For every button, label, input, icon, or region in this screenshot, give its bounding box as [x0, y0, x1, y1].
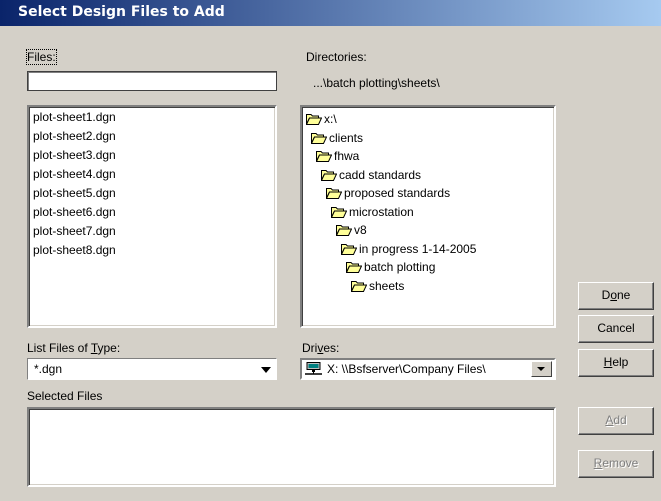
file-list-item[interactable]: plot-sheet5.dgn [29, 184, 116, 203]
done-button[interactable]: Done [578, 282, 654, 310]
file-type-value: *.dgn [34, 362, 63, 376]
files-label: Files: [26, 49, 57, 65]
add-button[interactable]: Add [578, 407, 654, 435]
open-folder-icon [330, 205, 348, 218]
file-list-item[interactable]: plot-sheet4.dgn [29, 165, 116, 184]
directory-label: cadd standards [339, 167, 422, 182]
directory-item[interactable]: fhwa [302, 147, 476, 166]
file-type-label: List Files of Type: [27, 341, 121, 355]
window-title: Select Design Files to Add [0, 0, 661, 26]
directory-label: clients [329, 130, 364, 145]
files-list[interactable]: plot-sheet1.dgn plot-sheet2.dgn plot-sheet… [27, 105, 277, 328]
directory-item[interactable]: clients [302, 129, 476, 148]
files-input[interactable] [27, 71, 277, 91]
directory-label: batch plotting [364, 260, 436, 274]
open-folder-icon [350, 279, 368, 292]
open-folder-icon [345, 260, 363, 273]
directory-item[interactable]: sheets [302, 277, 476, 296]
directory-item[interactable]: proposed standards [302, 184, 476, 203]
open-folder-icon [320, 168, 338, 181]
directory-item[interactable]: v8 [302, 221, 476, 240]
file-list-item[interactable]: plot-sheet6.dgn [29, 203, 116, 222]
current-directory-path: ...\batch plotting\sheets\ [313, 76, 440, 90]
directory-label: x:\ [324, 112, 337, 126]
directory-label: fhwa [334, 149, 360, 163]
file-list-item[interactable]: plot-sheet1.dgn [29, 108, 116, 127]
open-folder-icon [325, 186, 343, 199]
cancel-button[interactable]: Cancel [578, 315, 654, 343]
network-drive-icon [305, 362, 322, 376]
drives-label: Drives: [302, 341, 340, 355]
chevron-down-icon[interactable] [261, 367, 271, 373]
directory-label: microstation [349, 204, 414, 219]
remove-button[interactable]: Remove [578, 450, 654, 478]
directory-item[interactable]: in progress 1-14-2005 [302, 240, 476, 259]
directory-label: proposed standards [344, 186, 451, 200]
help-button[interactable]: Help [578, 349, 654, 377]
file-list-item[interactable]: plot-sheet3.dgn [29, 146, 116, 165]
directory-label: sheets [369, 278, 405, 293]
directory-item[interactable]: x:\ [302, 110, 476, 129]
directory-item[interactable]: cadd standards [302, 166, 476, 185]
drives-select[interactable]: X: \\Bsfserver\Company Files\ [300, 358, 556, 380]
open-folder-icon [315, 149, 333, 162]
directory-item[interactable]: batch plotting [302, 258, 476, 277]
drives-value: X: \\Bsfserver\Company Files\ [327, 362, 486, 376]
selected-files-list[interactable] [27, 407, 556, 487]
file-list-item[interactable]: plot-sheet2.dgn [29, 127, 116, 146]
selected-files-label: Selected Files [27, 389, 103, 403]
directories-label: Directories: [306, 50, 367, 64]
open-folder-icon [335, 223, 353, 236]
directory-item[interactable]: microstation [302, 203, 476, 222]
file-list-item[interactable]: plot-sheet8.dgn [29, 241, 116, 260]
file-type-select[interactable]: *.dgn [27, 358, 277, 380]
open-folder-icon [340, 242, 358, 255]
directories-tree[interactable]: x:\ clients fhwa cadd standards proposed sta… [300, 105, 556, 328]
directory-label: in progress 1-14-2005 [359, 241, 477, 256]
chevron-down-icon [537, 367, 545, 371]
file-list-item[interactable]: plot-sheet7.dgn [29, 222, 116, 241]
open-folder-icon [305, 112, 323, 125]
open-folder-icon [310, 131, 328, 144]
directory-label: v8 [354, 223, 367, 237]
drives-dropdown-button[interactable] [531, 361, 552, 377]
